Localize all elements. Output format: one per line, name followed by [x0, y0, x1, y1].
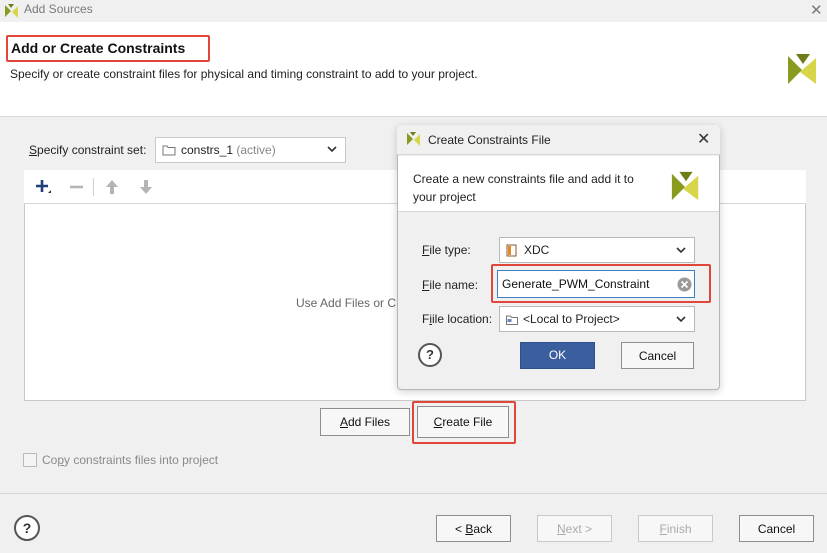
add-files-button[interactable]: Add Files — [320, 408, 410, 436]
dialog-cancel-button[interactable]: Cancel — [621, 342, 694, 369]
move-down-icon[interactable] — [137, 178, 155, 196]
chevron-down-icon — [676, 247, 686, 254]
file-location-select[interactable]: <Local to Project> — [499, 306, 695, 332]
file-name-input[interactable] — [502, 275, 672, 293]
footer-divider — [0, 493, 827, 494]
dialog-title: Create Constraints File — [428, 133, 551, 147]
folder-icon — [162, 145, 176, 156]
copy-constraints-label: Copy constraints files into project — [42, 453, 219, 467]
dialog-close-icon[interactable]: ✕ — [697, 129, 710, 149]
file-location-label: Fiile location: — [422, 312, 493, 326]
move-up-icon[interactable] — [103, 178, 121, 196]
file-type-label: File type: — [422, 243, 471, 257]
next-button[interactable]: Next > — [537, 515, 612, 542]
dialog-help-button[interactable]: ? — [418, 343, 442, 367]
finish-button[interactable]: Finish — [638, 515, 713, 542]
create-file-button[interactable]: Create File — [417, 406, 509, 438]
constraint-set-value: constrs_1 (active) — [181, 143, 276, 157]
toolbar-divider — [93, 178, 94, 196]
clear-icon[interactable] — [677, 277, 692, 292]
back-button[interactable]: < Back — [436, 515, 511, 542]
chevron-down-icon — [676, 316, 686, 323]
remove-icon[interactable] — [68, 178, 86, 196]
vivado-logo-icon — [5, 4, 18, 18]
file-type-select[interactable]: XDC — [499, 237, 695, 263]
constraint-set-label: Specify constraint set: — [29, 143, 147, 157]
file-location-value: <Local to Project> — [523, 312, 620, 326]
dialog-description: Create a new constraints file and add it… — [413, 172, 634, 204]
window-titlebar: Add Sources ✕ — [0, 0, 827, 22]
file-type-value: XDC — [524, 243, 550, 257]
ok-button[interactable]: OK — [520, 342, 595, 369]
cancel-button[interactable]: Cancel — [739, 515, 814, 542]
vivado-logo-icon — [407, 132, 420, 146]
file-name-label: File name: — [422, 278, 479, 292]
copy-constraints-checkbox[interactable] — [23, 453, 37, 467]
help-button[interactable]: ? — [14, 515, 40, 541]
add-icon[interactable] — [34, 178, 52, 196]
file-name-input-box — [497, 270, 695, 298]
folder-icon — [506, 315, 518, 325]
page-subtitle: Specify or create constraint files for p… — [10, 67, 478, 81]
vivado-logo-icon — [671, 171, 699, 201]
panel-empty-text: Use Add Files or C — [296, 296, 397, 310]
vivado-logo-icon — [788, 54, 816, 84]
constraint-set-select[interactable]: constrs_1 (active) — [155, 137, 346, 163]
file-icon — [506, 244, 517, 257]
chevron-down-icon — [327, 146, 337, 153]
page-title: Add or Create Constraints — [11, 40, 186, 56]
window-close-icon[interactable]: ✕ — [810, 1, 823, 19]
window-title: Add Sources — [24, 2, 93, 16]
